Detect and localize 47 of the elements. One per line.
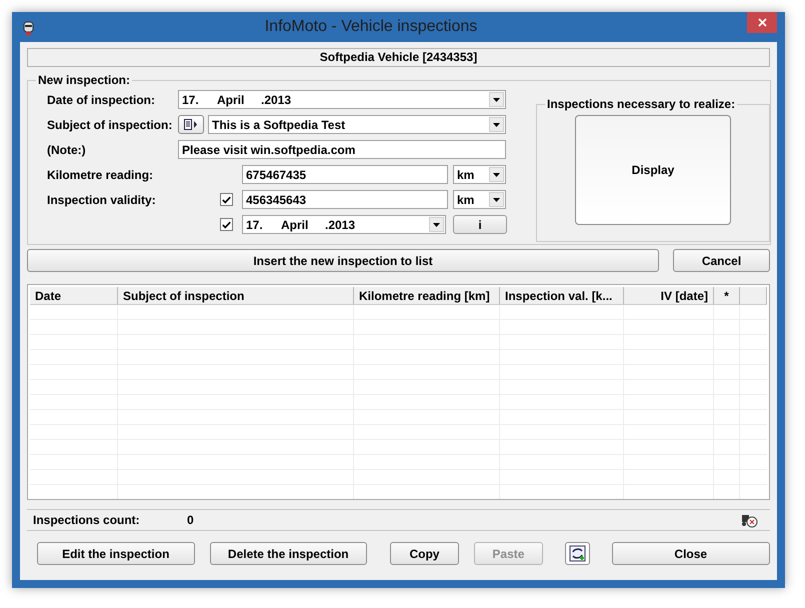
unit-dropdown[interactable]: km (453, 190, 506, 209)
note-input[interactable]: Please visit win.softpedia.com (178, 140, 506, 159)
dropdown-arrow-icon (493, 172, 500, 176)
footer-button[interactable]: Edit the inspection (37, 542, 195, 565)
footer-button[interactable]: Close (612, 542, 770, 565)
date-dropdown[interactable]: 17. April .2013 (178, 90, 506, 109)
dropdown-arrow-icon (493, 98, 500, 102)
group-title: Inspections necessary to realize: (546, 97, 736, 111)
window-title: InfoMoto - Vehicle inspections (264, 18, 478, 36)
field-label: (Note:) (47, 142, 87, 156)
app-icon (22, 19, 35, 35)
field-label: Kilometre reading: (47, 168, 154, 182)
validity-date-dropdown[interactable]: 17. April .2013 (242, 215, 446, 234)
field-label: Subject of inspection: (47, 118, 174, 132)
subject-dropdown[interactable]: This is a Softpedia Test (208, 115, 506, 134)
close-button[interactable] (747, 12, 777, 33)
display-button[interactable]: Display (575, 115, 731, 225)
column-header[interactable]: * (714, 287, 740, 304)
close-icon (758, 18, 766, 27)
column-header[interactable]: Kilometre reading [km] (354, 287, 500, 304)
cancel-button[interactable]: Cancel (673, 249, 770, 272)
checkbox[interactable] (220, 193, 233, 206)
footer-button[interactable]: Delete the inspection (210, 542, 368, 565)
checkbox[interactable] (220, 218, 233, 231)
field-label: Inspection validity: (47, 192, 157, 206)
dropdown-arrow-icon (493, 198, 500, 202)
group-title: New inspection: (37, 73, 132, 87)
refresh-button[interactable] (564, 542, 590, 565)
vehicle-header: Softpedia Vehicle [2434353] (27, 48, 770, 67)
document-list-icon (184, 119, 198, 130)
column-header[interactable]: IV [date] (624, 287, 714, 304)
info-button[interactable]: i (453, 215, 507, 234)
column-header[interactable]: Subject of inspection (118, 287, 354, 304)
insert-button[interactable]: Insert the new inspection to list (27, 249, 659, 272)
kilometre-input[interactable]: 675467435 (242, 165, 448, 184)
dropdown-arrow-icon (493, 122, 500, 126)
count-value: 0 (187, 513, 194, 527)
footer-button[interactable]: Copy (390, 542, 459, 565)
column-header[interactable]: Inspection val. [k... (500, 287, 624, 304)
list-button[interactable] (178, 115, 204, 134)
count-label: Inspections count: (33, 513, 141, 527)
column-header[interactable]: Date (30, 287, 118, 304)
validity-input[interactable]: 456345643 (242, 190, 448, 209)
unit-dropdown[interactable]: km (453, 165, 506, 184)
dropdown-arrow-icon (433, 222, 440, 226)
refresh-icon (568, 545, 586, 562)
field-label: Date of inspection: (47, 92, 156, 106)
